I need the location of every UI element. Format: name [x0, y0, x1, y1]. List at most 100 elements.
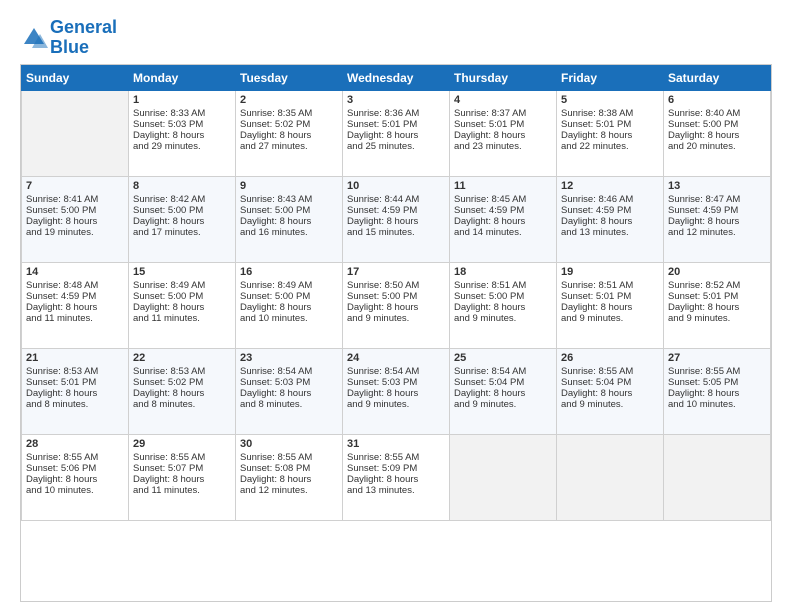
week-row-4: 21Sunrise: 8:53 AMSunset: 5:01 PMDayligh… [22, 348, 771, 434]
day-info: and 11 minutes. [133, 485, 231, 496]
logo-icon [20, 24, 48, 52]
calendar-cell: 22Sunrise: 8:53 AMSunset: 5:02 PMDayligh… [129, 348, 236, 434]
calendar-cell: 14Sunrise: 8:48 AMSunset: 4:59 PMDayligh… [22, 262, 129, 348]
calendar-cell: 11Sunrise: 8:45 AMSunset: 4:59 PMDayligh… [450, 176, 557, 262]
day-info: Daylight: 8 hours [26, 474, 124, 485]
day-number: 15 [133, 266, 231, 278]
day-info: and 27 minutes. [240, 141, 338, 152]
day-info: Sunrise: 8:36 AM [347, 108, 445, 119]
week-row-3: 14Sunrise: 8:48 AMSunset: 4:59 PMDayligh… [22, 262, 771, 348]
day-info: Sunset: 5:03 PM [347, 377, 445, 388]
day-info: Sunrise: 8:33 AM [133, 108, 231, 119]
day-number: 3 [347, 94, 445, 106]
weekday-sunday: Sunday [22, 65, 129, 90]
day-number: 29 [133, 438, 231, 450]
day-info: Sunrise: 8:55 AM [347, 452, 445, 463]
calendar-cell: 20Sunrise: 8:52 AMSunset: 5:01 PMDayligh… [664, 262, 771, 348]
day-number: 17 [347, 266, 445, 278]
day-info: Sunrise: 8:49 AM [240, 280, 338, 291]
day-info: Sunrise: 8:46 AM [561, 194, 659, 205]
calendar-cell: 18Sunrise: 8:51 AMSunset: 5:00 PMDayligh… [450, 262, 557, 348]
day-info: Daylight: 8 hours [561, 130, 659, 141]
day-info: Sunset: 5:07 PM [133, 463, 231, 474]
day-info: and 9 minutes. [347, 399, 445, 410]
day-info: Sunset: 5:00 PM [347, 291, 445, 302]
calendar-cell: 13Sunrise: 8:47 AMSunset: 4:59 PMDayligh… [664, 176, 771, 262]
day-info: and 9 minutes. [561, 399, 659, 410]
calendar-cell: 21Sunrise: 8:53 AMSunset: 5:01 PMDayligh… [22, 348, 129, 434]
day-info: and 25 minutes. [347, 141, 445, 152]
calendar-cell: 10Sunrise: 8:44 AMSunset: 4:59 PMDayligh… [343, 176, 450, 262]
day-info: and 12 minutes. [240, 485, 338, 496]
day-info: and 10 minutes. [240, 313, 338, 324]
day-number: 5 [561, 94, 659, 106]
day-info: Sunrise: 8:42 AM [133, 194, 231, 205]
day-info: and 10 minutes. [26, 485, 124, 496]
day-info: Sunrise: 8:51 AM [561, 280, 659, 291]
calendar: SundayMondayTuesdayWednesdayThursdayFrid… [20, 64, 772, 602]
day-number: 7 [26, 180, 124, 192]
logo-blue: Blue [50, 38, 117, 58]
weekday-tuesday: Tuesday [236, 65, 343, 90]
day-info: Daylight: 8 hours [347, 216, 445, 227]
calendar-cell: 28Sunrise: 8:55 AMSunset: 5:06 PMDayligh… [22, 434, 129, 520]
day-info: Daylight: 8 hours [240, 388, 338, 399]
day-info: Sunrise: 8:35 AM [240, 108, 338, 119]
day-info: and 15 minutes. [347, 227, 445, 238]
calendar-cell: 31Sunrise: 8:55 AMSunset: 5:09 PMDayligh… [343, 434, 450, 520]
day-info: Sunset: 4:59 PM [454, 205, 552, 216]
day-info: Daylight: 8 hours [26, 216, 124, 227]
day-info: Daylight: 8 hours [668, 130, 766, 141]
day-number: 2 [240, 94, 338, 106]
day-number: 18 [454, 266, 552, 278]
calendar-cell: 12Sunrise: 8:46 AMSunset: 4:59 PMDayligh… [557, 176, 664, 262]
day-info: Sunset: 5:04 PM [454, 377, 552, 388]
weekday-monday: Monday [129, 65, 236, 90]
day-number: 26 [561, 352, 659, 364]
day-info: Sunset: 5:00 PM [133, 291, 231, 302]
week-row-5: 28Sunrise: 8:55 AMSunset: 5:06 PMDayligh… [22, 434, 771, 520]
calendar-cell: 3Sunrise: 8:36 AMSunset: 5:01 PMDaylight… [343, 90, 450, 176]
day-number: 8 [133, 180, 231, 192]
calendar-cell: 8 Sunrise: 8:42 AMSunset: 5:00 PMDaylight… [129, 176, 236, 262]
day-info: and 8 minutes. [240, 399, 338, 410]
day-info: Sunset: 5:06 PM [26, 463, 124, 474]
day-info: Sunset: 4:59 PM [561, 205, 659, 216]
day-info: Sunrise: 8:54 AM [347, 366, 445, 377]
day-number: 6 [668, 94, 766, 106]
day-info: Daylight: 8 hours [133, 130, 231, 141]
day-info: Daylight: 8 hours [668, 216, 766, 227]
day-number: 10 [347, 180, 445, 192]
calendar-cell: 16Sunrise: 8:49 AMSunset: 5:00 PMDayligh… [236, 262, 343, 348]
day-info: and 8 minutes. [133, 399, 231, 410]
day-info: Sunrise: 8:49 AM [133, 280, 231, 291]
calendar-cell [557, 434, 664, 520]
day-info: Sunset: 5:00 PM [668, 119, 766, 130]
day-info: and 22 minutes. [561, 141, 659, 152]
day-info: Sunset: 5:00 PM [454, 291, 552, 302]
day-info: Sunset: 5:00 PM [133, 205, 231, 216]
day-info: Daylight: 8 hours [240, 302, 338, 313]
day-info: Sunrise: 8:55 AM [668, 366, 766, 377]
day-number: 1 [133, 94, 231, 106]
day-info: Sunset: 5:02 PM [133, 377, 231, 388]
day-info: and 9 minutes. [454, 399, 552, 410]
day-info: Sunrise: 8:41 AM [26, 194, 124, 205]
day-info: Daylight: 8 hours [133, 216, 231, 227]
day-number: 22 [133, 352, 231, 364]
day-info: Daylight: 8 hours [133, 388, 231, 399]
day-info: Sunset: 4:59 PM [347, 205, 445, 216]
day-info: Sunset: 5:01 PM [668, 291, 766, 302]
day-info: Sunset: 4:59 PM [668, 205, 766, 216]
day-info: Sunrise: 8:43 AM [240, 194, 338, 205]
weekday-thursday: Thursday [450, 65, 557, 90]
calendar-cell [664, 434, 771, 520]
day-info: Sunrise: 8:55 AM [133, 452, 231, 463]
day-info: Daylight: 8 hours [240, 216, 338, 227]
day-number: 23 [240, 352, 338, 364]
day-info: Sunset: 5:00 PM [240, 291, 338, 302]
day-info: Sunset: 5:01 PM [561, 119, 659, 130]
calendar-cell: 29Sunrise: 8:55 AMSunset: 5:07 PMDayligh… [129, 434, 236, 520]
calendar-cell: 6Sunrise: 8:40 AMSunset: 5:00 PMDaylight… [664, 90, 771, 176]
day-info: Daylight: 8 hours [240, 474, 338, 485]
